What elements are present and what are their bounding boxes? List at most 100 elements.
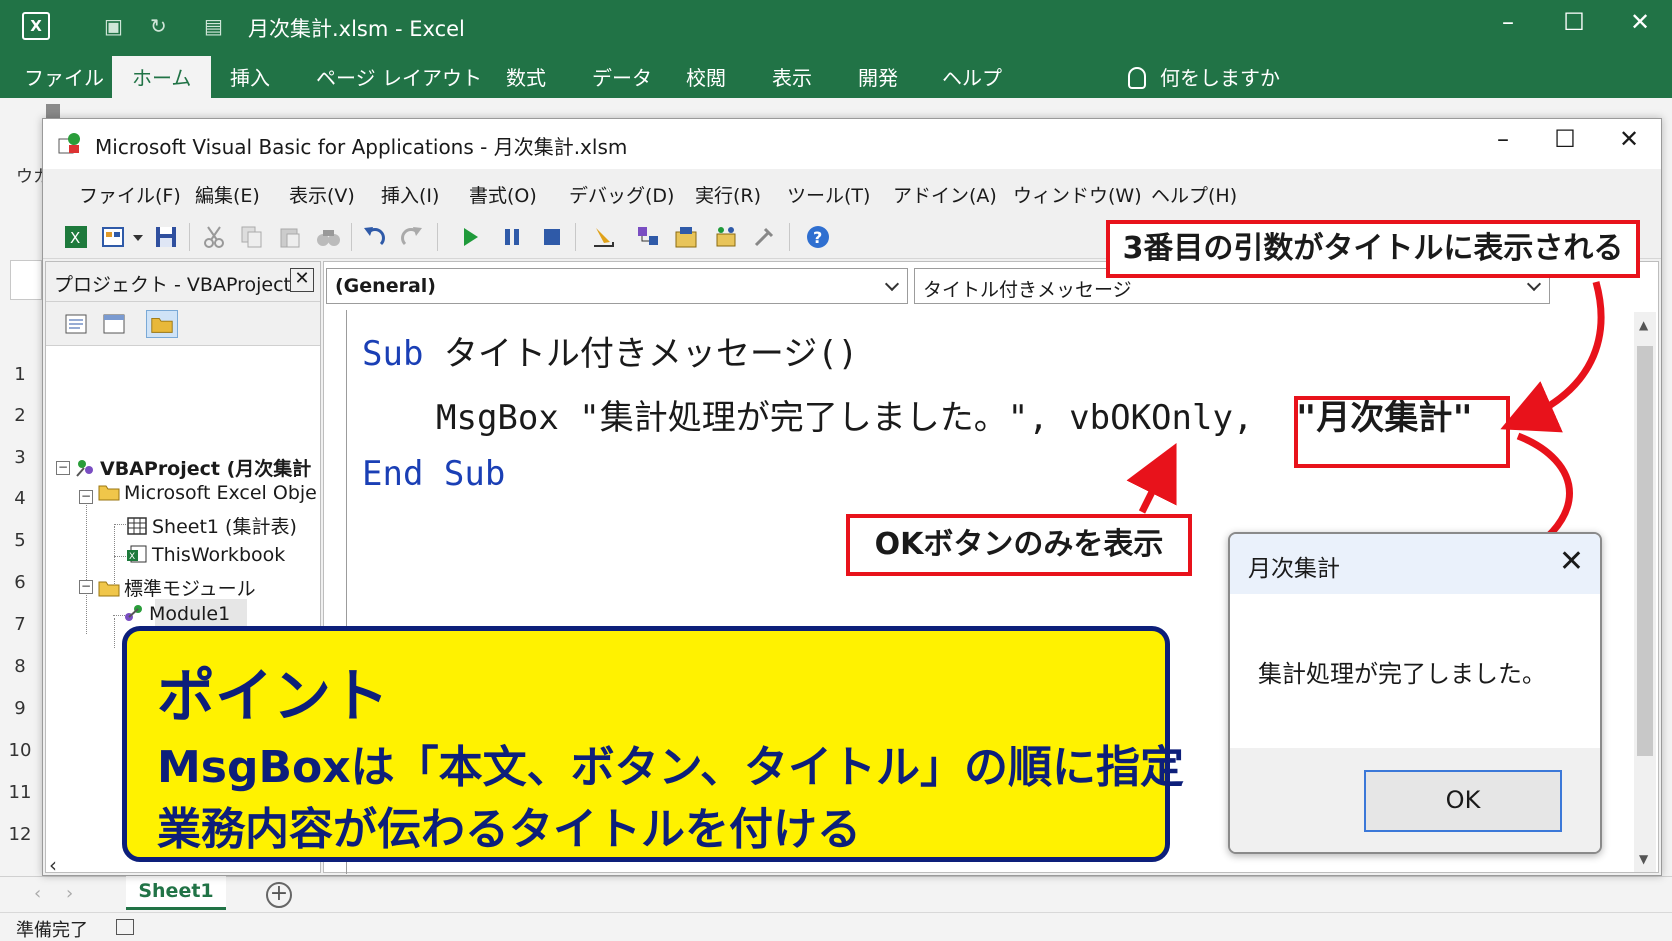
save-icon[interactable]: ▣ (104, 14, 123, 38)
paste-icon[interactable] (277, 224, 303, 250)
vbe-maximize-button[interactable]: ☐ (1545, 125, 1585, 153)
vertical-scrollbar[interactable]: ▲ ▼ (1634, 312, 1656, 872)
tab-page-layout[interactable]: ページ レイアウト (316, 62, 482, 91)
tree-thisworkbook[interactable]: X ThisWorkbook (126, 544, 285, 566)
scroll-up-icon[interactable]: ▲ (1639, 318, 1648, 332)
tab-data[interactable]: データ (592, 62, 652, 91)
menu-view[interactable]: 表示(V) (289, 181, 355, 208)
tree-root-project[interactable]: VBAProject (月次集計 (74, 454, 311, 481)
insert-userform-icon[interactable] (101, 224, 127, 250)
tab-developer[interactable]: 開発 (858, 62, 898, 91)
save-icon[interactable] (153, 224, 179, 250)
name-box[interactable] (10, 260, 42, 300)
scroll-left-icon[interactable]: ‹ (49, 853, 57, 877)
tree-sheet1[interactable]: Sheet1 (集計表) (126, 512, 297, 539)
scroll-down-icon[interactable]: ▼ (1639, 852, 1648, 866)
toggle-folders-icon[interactable] (146, 310, 178, 338)
row-header[interactable]: 10 (0, 740, 40, 761)
sheet-tab-bar: ‹ › (0, 876, 1672, 912)
redo-icon[interactable]: ↻ (150, 14, 167, 38)
menu-file[interactable]: ファイル(F) (79, 181, 181, 208)
find-icon[interactable] (315, 224, 341, 250)
title-arg-highlight (1294, 396, 1510, 468)
maximize-button[interactable]: ☐ (1554, 8, 1594, 36)
redo-icon[interactable] (399, 224, 425, 250)
excel-view-icon[interactable]: X (63, 224, 89, 250)
tree-standard-modules[interactable]: 標準モジュール (98, 574, 256, 601)
menu-edit[interactable]: 編集(E) (195, 181, 260, 208)
scrollbar-thumb[interactable] (1637, 346, 1653, 756)
row-header[interactable]: 3 (0, 447, 40, 468)
menu-tools[interactable]: ツール(T) (787, 181, 870, 208)
menu-debug[interactable]: デバッグ(D) (569, 181, 674, 208)
menu-insert[interactable]: 挿入(I) (381, 181, 439, 208)
menu-addins[interactable]: アドイン(A) (893, 181, 997, 208)
sheet-tab[interactable]: Sheet1 (126, 876, 226, 910)
row-header[interactable]: 11 (0, 782, 40, 803)
tree-collapse-toggle[interactable]: − (79, 490, 93, 504)
add-sheet-icon[interactable]: + (266, 882, 292, 908)
dropdown-arrow-icon[interactable] (131, 224, 145, 250)
properties-window-icon[interactable] (673, 224, 699, 250)
close-button[interactable]: ✕ (1620, 8, 1660, 36)
object-browser-icon[interactable] (713, 224, 739, 250)
tab-review[interactable]: 校閲 (686, 62, 726, 91)
menu-help[interactable]: ヘルプ(H) (1151, 181, 1237, 208)
dialog-close-icon[interactable]: ✕ (1559, 544, 1584, 579)
project-explorer-header: プロジェクト - VBAProject ✕ (46, 262, 320, 302)
tab-file[interactable]: ファイル (24, 62, 104, 91)
tree-collapse-toggle[interactable]: − (79, 580, 93, 594)
run-icon[interactable] (457, 224, 483, 250)
row-header[interactable]: 5 (0, 530, 40, 551)
tree-collapse-toggle[interactable]: − (56, 461, 70, 475)
reset-icon[interactable] (539, 224, 565, 250)
tab-home[interactable]: ホーム (112, 56, 212, 98)
toolbox-icon[interactable] (751, 224, 777, 250)
point-heading: ポイント (157, 662, 390, 730)
tree-excel-objects[interactable]: Microsoft Excel Obje (98, 482, 317, 504)
row-header[interactable]: 6 (0, 572, 40, 593)
code-sub-name: タイトル付きメッセージ() (423, 334, 859, 374)
view-code-icon[interactable] (60, 310, 92, 338)
excel-logo-icon: X (22, 12, 50, 40)
undo-icon[interactable] (361, 224, 387, 250)
row-header[interactable]: 1 (0, 364, 40, 385)
tab-insert[interactable]: 挿入 (230, 62, 270, 91)
help-icon[interactable]: ? (805, 224, 831, 250)
menu-format[interactable]: 書式(O) (469, 181, 537, 208)
break-icon[interactable] (499, 224, 525, 250)
module-icon (125, 605, 142, 621)
tab-formulas[interactable]: 数式 (506, 62, 546, 91)
tell-me-box[interactable]: 何をしますか (1128, 62, 1280, 91)
row-header[interactable]: 7 (0, 614, 40, 635)
msgbox-dialog: 月次集計 ✕ 集計処理が完了しました。 OK (1228, 532, 1602, 854)
row-header[interactable]: 12 (0, 824, 40, 845)
row-header[interactable]: 2 (0, 405, 40, 426)
folder-icon (98, 485, 120, 501)
vba-project-icon (76, 460, 93, 477)
cut-icon[interactable] (201, 224, 227, 250)
ok-button[interactable]: OK (1364, 770, 1562, 832)
tab-help[interactable]: ヘルプ (942, 62, 1002, 91)
copy-icon[interactable] (239, 224, 265, 250)
project-explorer-icon[interactable] (635, 224, 661, 250)
row-header[interactable]: 9 (0, 698, 40, 719)
sheet-prev-icon[interactable]: ‹ (34, 883, 41, 904)
tab-view[interactable]: 表示 (772, 62, 812, 91)
minimize-button[interactable]: – (1488, 8, 1528, 36)
tree-root-label: VBAProject (月次集計 (100, 458, 312, 480)
macro-record-icon[interactable] (116, 919, 134, 935)
menu-run[interactable]: 実行(R) (695, 181, 761, 208)
tree-module1[interactable]: Module1 (123, 603, 230, 625)
clipboard-icon[interactable]: ▤ (204, 14, 223, 38)
vbe-close-button[interactable]: ✕ (1609, 125, 1649, 153)
menu-window[interactable]: ウィンドウ(W) (1013, 181, 1142, 208)
design-mode-icon[interactable] (591, 224, 617, 250)
project-close-button[interactable]: ✕ (290, 268, 314, 292)
vbe-minimize-button[interactable]: – (1483, 125, 1523, 153)
row-header[interactable]: 4 (0, 488, 40, 509)
row-header[interactable]: 8 (0, 656, 40, 677)
sheet-next-icon[interactable]: › (66, 883, 73, 904)
view-object-icon[interactable] (98, 310, 130, 338)
object-combo[interactable]: (General) (326, 268, 908, 304)
